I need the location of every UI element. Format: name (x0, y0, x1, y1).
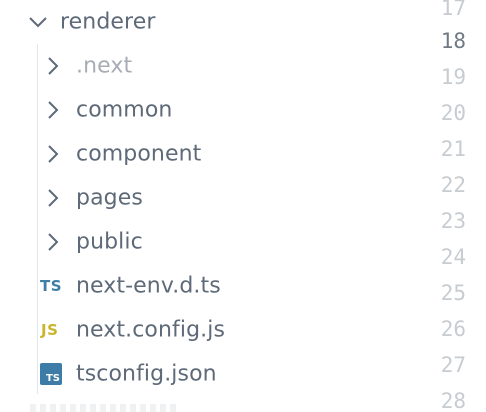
chevron-right-icon (48, 101, 59, 119)
chevron-right-icon (48, 145, 59, 163)
file-next-config-js[interactable]: JS next.config.js (0, 308, 410, 352)
file-label: next.config.js (76, 317, 226, 343)
folder-label: public (76, 229, 143, 255)
line-number: 25 (440, 281, 466, 305)
line-number: 23 (440, 209, 466, 233)
file-tsconfig-json[interactable]: TS tsconfig.json (0, 352, 410, 396)
next-row-partial (30, 404, 180, 412)
line-number-active: 18 (440, 29, 466, 53)
file-label: tsconfig.json (76, 361, 217, 387)
folder-label: renderer (60, 9, 156, 35)
line-number: 17 (440, 0, 466, 20)
line-number: 26 (440, 317, 466, 341)
folder-public[interactable]: public (0, 220, 410, 264)
folder-label: component (76, 141, 202, 167)
line-number: 21 (440, 137, 466, 161)
folder-label: common (76, 97, 173, 123)
file-next-env-d-ts[interactable]: TS next-env.d.ts (0, 264, 410, 308)
folder-next[interactable]: .next (0, 44, 410, 88)
line-number: 27 (440, 353, 466, 377)
file-explorer: renderer .next common component pages pu… (0, 0, 486, 412)
tsconfig-file-icon: TS (40, 363, 62, 385)
javascript-file-icon: JS (41, 321, 59, 339)
chevron-right-icon (48, 57, 59, 75)
typescript-file-icon: TS (40, 277, 63, 295)
folder-label: .next (76, 53, 133, 79)
line-number: 19 (440, 65, 466, 89)
line-number: 20 (440, 101, 466, 125)
line-number: 22 (440, 173, 466, 197)
chevron-right-icon (48, 189, 59, 207)
folder-renderer[interactable]: renderer (0, 0, 410, 44)
folder-component[interactable]: component (0, 132, 410, 176)
tsconfig-icon-label: TS (45, 373, 60, 384)
line-number: 24 (440, 245, 466, 269)
folder-pages[interactable]: pages (0, 176, 410, 220)
file-label: next-env.d.ts (76, 273, 221, 299)
chevron-right-icon (48, 233, 59, 251)
chevron-down-icon (29, 17, 47, 28)
folder-common[interactable]: common (0, 88, 410, 132)
line-number: 28 (440, 389, 466, 412)
folder-label: pages (76, 185, 143, 211)
